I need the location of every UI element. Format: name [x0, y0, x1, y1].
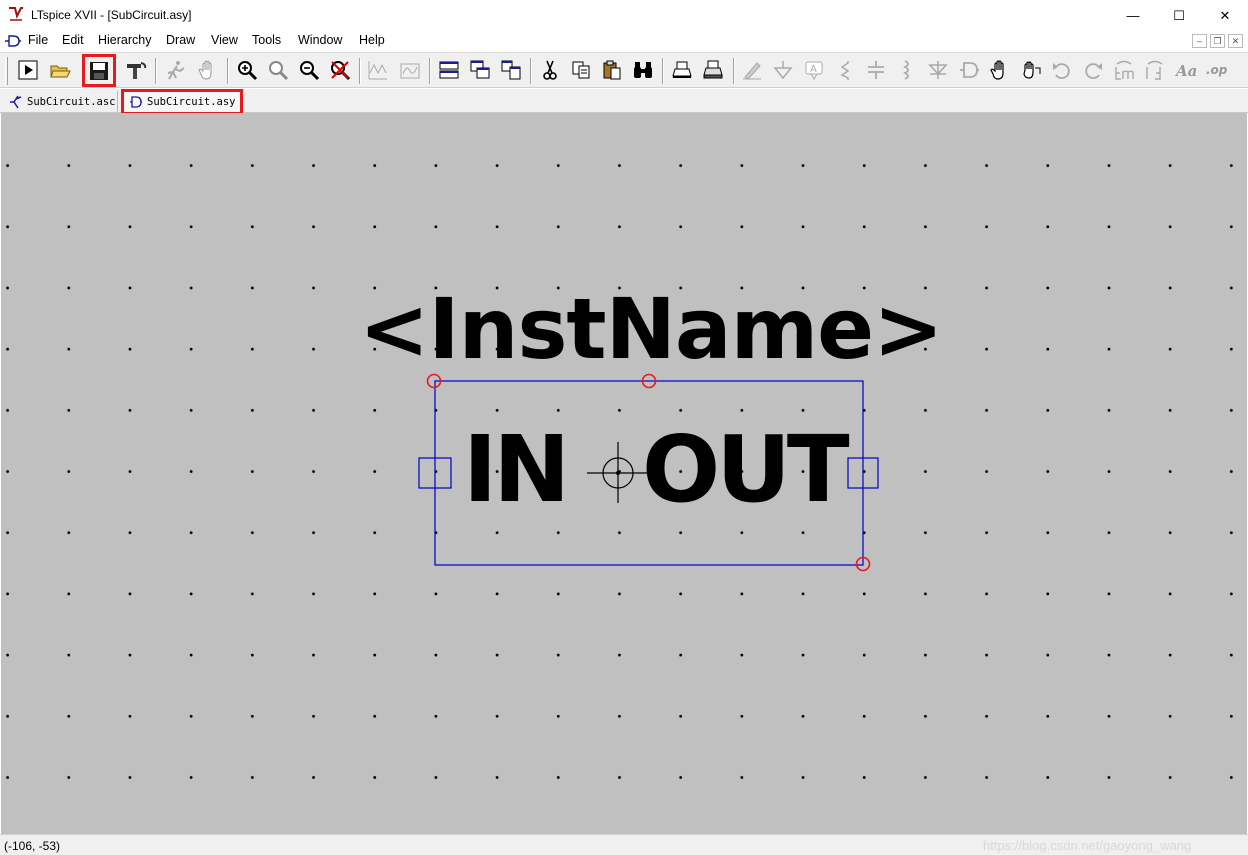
tile-horizontal-icon[interactable]: [435, 56, 463, 84]
paste-icon[interactable]: [598, 56, 626, 84]
menu-help[interactable]: Help: [359, 33, 385, 47]
status-bar: (-106, -53) https://blog.csdn.net/gaoyon…: [0, 834, 1248, 855]
menu-draw[interactable]: Draw: [166, 33, 195, 47]
menu-view[interactable]: View: [211, 33, 238, 47]
menu-hierarchy[interactable]: Hierarchy: [98, 33, 152, 47]
symbol-editor-canvas[interactable]: <InstName> IN OUT: [1, 113, 1247, 834]
diode-icon[interactable]: [924, 56, 952, 84]
svg-text:Aa: Aa: [1175, 62, 1197, 80]
find-icon[interactable]: [629, 56, 657, 84]
cascade-icon[interactable]: [466, 56, 494, 84]
drag-icon[interactable]: [1017, 56, 1045, 84]
cut-icon[interactable]: [536, 56, 564, 84]
component-icon[interactable]: [955, 56, 983, 84]
mdi-minimize-button[interactable]: –: [1192, 34, 1207, 48]
watermark-text: https://blog.csdn.net/gaoyong_wang: [983, 838, 1192, 853]
minimize-button[interactable]: —: [1110, 0, 1156, 31]
mdi-restore-button[interactable]: ❐: [1210, 34, 1225, 48]
zoom-cancel-icon[interactable]: [326, 56, 354, 84]
title-bar: LTspice XVII - [SubCircuit.asy] — ☐ ✕: [0, 0, 1248, 31]
zoom-in-icon[interactable]: [233, 56, 261, 84]
halt-icon[interactable]: [162, 56, 190, 84]
tab-symbol-label: SubCircuit.asy: [147, 96, 236, 108]
redo-icon[interactable]: [1079, 56, 1107, 84]
text-icon[interactable]: Aa: [1172, 56, 1200, 84]
autorange-icon[interactable]: [364, 56, 392, 84]
ground-icon[interactable]: [769, 56, 797, 84]
close-button[interactable]: ✕: [1202, 0, 1248, 31]
origin-crosshair-icon: [587, 442, 649, 503]
menu-edit[interactable]: Edit: [62, 33, 84, 47]
zoom-fit-icon[interactable]: [264, 56, 292, 84]
schematic-icon: [10, 95, 22, 108]
pin-out-label[interactable]: OUT: [642, 424, 850, 516]
menu-tools[interactable]: Tools: [252, 33, 281, 47]
pin-in-label[interactable]: IN: [463, 424, 570, 516]
move-icon[interactable]: [986, 56, 1014, 84]
zoom-out-icon[interactable]: [295, 56, 323, 84]
tab-schematic[interactable]: SubCircuit.asc: [4, 91, 118, 112]
label-net-icon[interactable]: A: [800, 56, 828, 84]
maximize-button[interactable]: ☐: [1156, 0, 1202, 31]
mdi-close-button[interactable]: ✕: [1228, 34, 1243, 48]
ltspice-app-icon: [9, 7, 23, 21]
window-title: LTspice XVII - [SubCircuit.asy]: [31, 8, 192, 22]
mirror-icon[interactable]: [1141, 56, 1169, 84]
copy-icon[interactable]: [567, 56, 595, 84]
cursor-coordinates: (-106, -53): [4, 839, 61, 853]
svg-text:A: A: [810, 64, 817, 75]
print-preview-icon[interactable]: [668, 56, 696, 84]
print-icon[interactable]: [699, 56, 727, 84]
run-icon[interactable]: [14, 56, 42, 84]
toolbar-grip: [5, 57, 8, 85]
toolbar: A Aa .op: [0, 52, 1248, 88]
svg-text:.op: .op: [1206, 63, 1228, 77]
menu-window[interactable]: Window: [298, 33, 342, 47]
menu-bar: File Edit Hierarchy Draw View Tools Wind…: [0, 31, 1248, 52]
wire-icon[interactable]: [738, 56, 766, 84]
tile-vertical-icon[interactable]: [497, 56, 525, 84]
document-tabs: SubCircuit.asc SubCircuit.asy: [0, 89, 1248, 115]
undo-icon[interactable]: [1048, 56, 1076, 84]
symbol-icon: [130, 96, 142, 108]
waveform-icon[interactable]: [396, 56, 424, 84]
symbol-doc-icon: [5, 35, 21, 47]
resistor-icon[interactable]: [831, 56, 859, 84]
tab-symbol[interactable]: SubCircuit.asy: [121, 89, 243, 115]
pan-hand-icon[interactable]: [194, 56, 222, 84]
tab-schematic-label: SubCircuit.asc: [27, 95, 116, 108]
capacitor-icon[interactable]: [862, 56, 890, 84]
save-icon[interactable]: [82, 54, 116, 87]
menu-file[interactable]: File: [28, 33, 48, 47]
open-icon[interactable]: [46, 56, 74, 84]
rotate-icon[interactable]: [1110, 56, 1138, 84]
control-panel-icon[interactable]: [122, 56, 150, 84]
spice-directive-icon[interactable]: .op: [1203, 56, 1231, 84]
inst-name-label[interactable]: <InstName>: [359, 287, 943, 371]
inductor-icon[interactable]: [893, 56, 921, 84]
